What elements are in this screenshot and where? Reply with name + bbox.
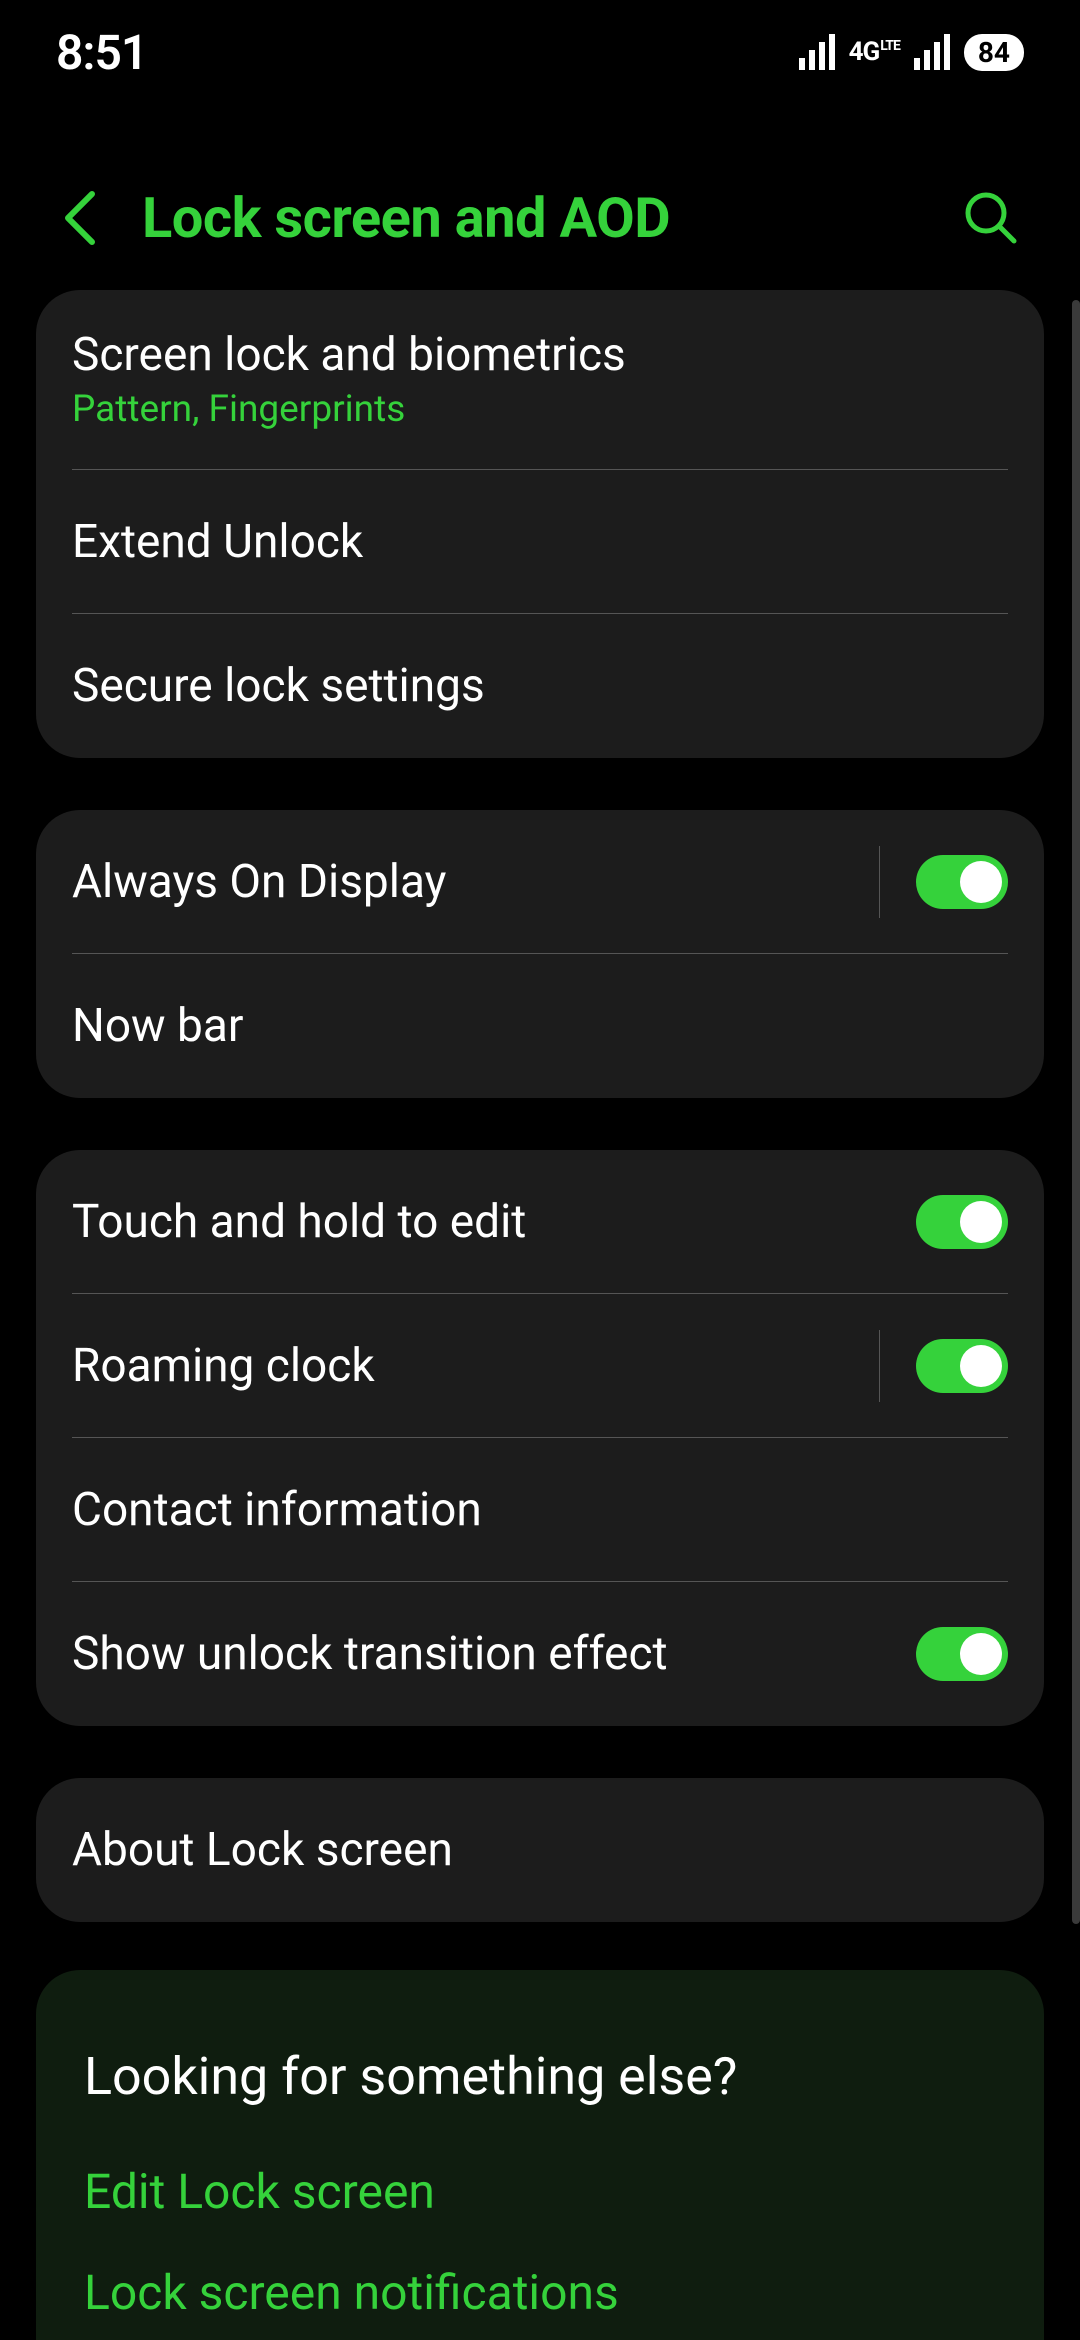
row-title: Always On Display (72, 855, 879, 909)
row-always-on-display[interactable]: Always On Display (72, 810, 1008, 954)
row-subtitle: Pattern, Fingerprints (72, 388, 1008, 431)
signal-bars-left-icon (799, 34, 835, 70)
search-button[interactable] (962, 189, 1020, 247)
row-title: Extend Unlock (72, 515, 1008, 569)
row-about-lock-screen[interactable]: About Lock screen (72, 1778, 1008, 1922)
search-icon (962, 189, 1020, 247)
row-title: Touch and hold to edit (72, 1195, 916, 1249)
app-bar: Lock screen and AOD (0, 158, 1080, 278)
settings-list: Screen lock and biometrics Pattern, Fing… (36, 290, 1044, 2340)
card-about: About Lock screen (36, 1778, 1044, 1922)
network-type: 4GLTE (849, 37, 900, 67)
chevron-left-icon (60, 186, 100, 250)
row-title: Roaming clock (72, 1339, 879, 1393)
status-right: 4GLTE 84 (799, 34, 1024, 71)
battery-level: 84 (964, 34, 1024, 71)
row-now-bar[interactable]: Now bar (72, 954, 1008, 1098)
link-lock-screen-notifications[interactable]: Lock screen notifications (84, 2264, 996, 2321)
toggle-always-on-display[interactable] (916, 855, 1008, 909)
row-title: Show unlock transition effect (72, 1627, 916, 1681)
card-lockscreen-options: Touch and hold to edit Roaming clock Con… (36, 1150, 1044, 1726)
row-title: Now bar (72, 999, 1008, 1053)
divider (879, 846, 880, 918)
row-title: About Lock screen (72, 1823, 1008, 1877)
row-title: Secure lock settings (72, 659, 1008, 713)
status-time: 8:51 (56, 24, 147, 81)
toggle-unlock-transition[interactable] (916, 1627, 1008, 1681)
toggle-roaming-clock[interactable] (916, 1339, 1008, 1393)
toggle-touch-hold-edit[interactable] (916, 1195, 1008, 1249)
page-title: Lock screen and AOD (142, 185, 670, 251)
row-contact-information[interactable]: Contact information (72, 1438, 1008, 1582)
divider (879, 1330, 880, 1402)
row-extend-unlock[interactable]: Extend Unlock (72, 470, 1008, 614)
status-bar: 8:51 4GLTE 84 (0, 0, 1080, 104)
card-aod: Always On Display Now bar (36, 810, 1044, 1098)
back-button[interactable] (60, 186, 100, 250)
signal-bars-right-icon (914, 34, 950, 70)
row-screen-lock-biometrics[interactable]: Screen lock and biometrics Pattern, Fing… (72, 290, 1008, 470)
row-title: Screen lock and biometrics (72, 328, 1008, 382)
row-unlock-transition[interactable]: Show unlock transition effect (72, 1582, 1008, 1726)
row-roaming-clock[interactable]: Roaming clock (72, 1294, 1008, 1438)
card-security: Screen lock and biometrics Pattern, Fing… (36, 290, 1044, 758)
suggestions-title: Looking for something else? (84, 2046, 996, 2107)
card-suggestions: Looking for something else? Edit Lock sc… (36, 1970, 1044, 2340)
row-secure-lock-settings[interactable]: Secure lock settings (72, 614, 1008, 758)
link-edit-lock-screen[interactable]: Edit Lock screen (84, 2163, 996, 2220)
row-title: Contact information (72, 1483, 1008, 1537)
scrollbar[interactable] (1072, 300, 1080, 1924)
row-touch-hold-edit[interactable]: Touch and hold to edit (72, 1150, 1008, 1294)
